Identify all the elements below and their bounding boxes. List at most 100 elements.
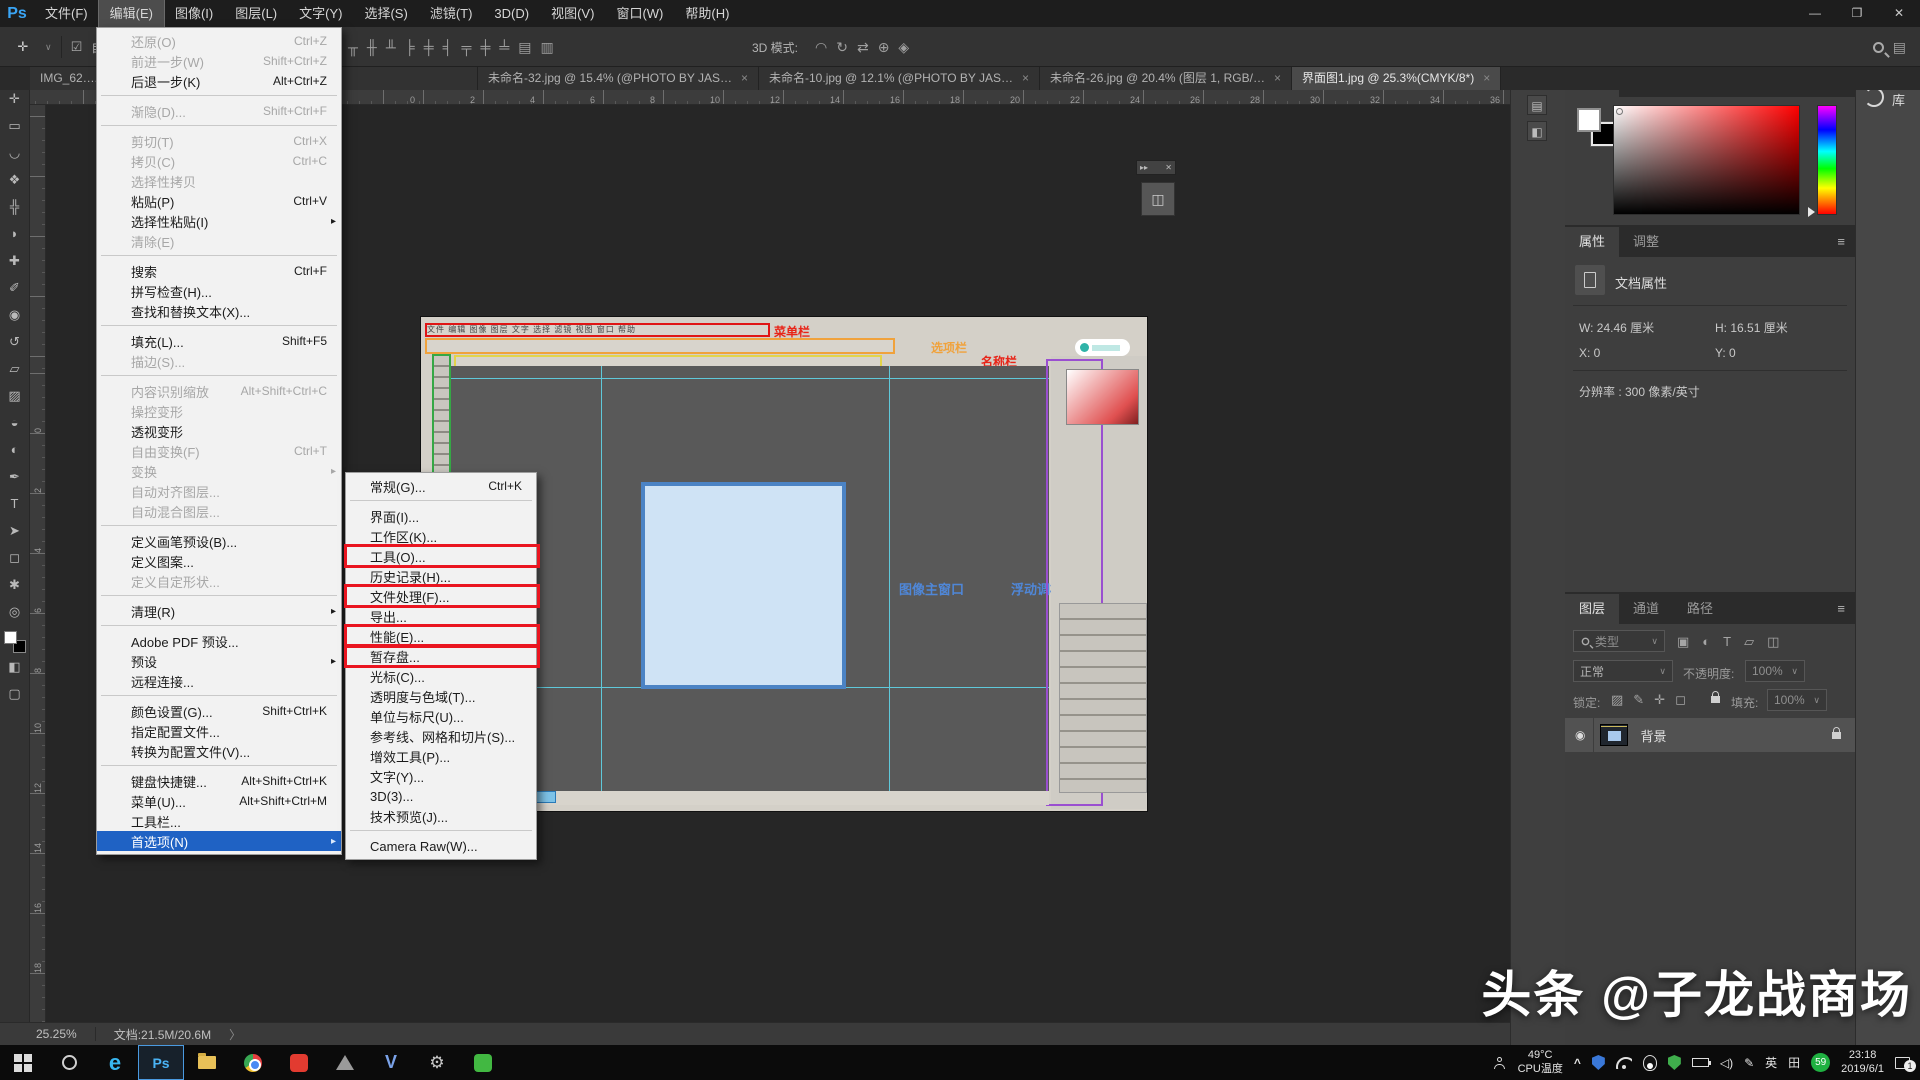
edge-icon[interactable]: e xyxy=(92,1045,138,1080)
notification-center-icon[interactable]: 1 xyxy=(1895,1057,1910,1069)
align-top-icon[interactable]: ╥ xyxy=(348,39,358,55)
close-panel-icon[interactable]: ✕ xyxy=(1165,163,1172,172)
menu-item[interactable]: 拼写检查(H)... xyxy=(97,281,341,301)
menubar-item[interactable]: 滤镜(T) xyxy=(419,0,484,27)
menubar-item[interactable]: 窗口(W) xyxy=(605,0,674,27)
menu-item[interactable]: 菜单(U)... Alt+Shift+Ctrl+M xyxy=(97,791,341,811)
tab-close-icon[interactable]: × xyxy=(1022,67,1029,90)
tab-channels[interactable]: 通道 xyxy=(1619,594,1673,624)
lock-artboard-icon[interactable]: ◻ xyxy=(1675,692,1686,708)
menu-item[interactable]: 内容识别缩放 Alt+Shift+Ctrl+C xyxy=(97,381,341,401)
maximize-button[interactable]: ❐ xyxy=(1836,0,1878,27)
filter-smart-objects-icon[interactable]: ◫ xyxy=(1767,634,1779,650)
security-shield-icon[interactable] xyxy=(1592,1055,1605,1070)
menu-item[interactable]: 预设 ▸ xyxy=(97,651,341,671)
hue-slider-marker[interactable] xyxy=(1808,207,1815,217)
menu-item[interactable]: Adobe PDF 预设... xyxy=(97,631,341,651)
menu-item[interactable]: 搜索 Ctrl+F xyxy=(97,261,341,281)
hue-slider[interactable] xyxy=(1817,105,1837,215)
brush-tool-icon[interactable]: ✐ xyxy=(2,274,28,301)
submenu-item[interactable]: 单位与标尺(U)... xyxy=(346,706,536,726)
pen-input-icon[interactable]: ✎ xyxy=(1744,1056,1754,1070)
menubar-item[interactable]: 图像(I) xyxy=(164,0,224,27)
eyedropper-tool-icon[interactable]: ◗ xyxy=(2,220,28,247)
pen-tool-icon[interactable]: ✒ xyxy=(2,463,28,490)
collapsed-panel-icon[interactable]: ▤ xyxy=(1527,95,1547,115)
cortana-button[interactable] xyxy=(46,1045,92,1080)
eraser-tool-icon[interactable]: ▱ xyxy=(2,355,28,382)
triangle-app-icon[interactable] xyxy=(322,1045,368,1080)
menu-item[interactable]: 透视变形 xyxy=(97,421,341,441)
submenu-item[interactable]: 文字(Y)... xyxy=(346,766,536,786)
submenu-item[interactable]: 性能(E)... xyxy=(346,626,536,646)
volume-icon[interactable]: ◁) xyxy=(1720,1056,1733,1070)
submenu-item[interactable]: 增效工具(P)... xyxy=(346,746,536,766)
menu-item[interactable]: 选择性拷贝 xyxy=(97,171,341,191)
antivirus-shield-icon[interactable] xyxy=(1668,1055,1681,1070)
menu-item[interactable]: 定义画笔预设(B)... xyxy=(97,531,341,551)
status-badge[interactable]: 59 xyxy=(1811,1053,1830,1072)
menubar-item[interactable]: 3D(D) xyxy=(483,0,540,27)
submenu-item[interactable]: 常规(G)... Ctrl+K xyxy=(346,476,536,496)
submenu-item[interactable]: 暂存盘... xyxy=(346,646,536,666)
menu-item[interactable]: 远程连接... xyxy=(97,671,341,691)
people-icon[interactable] xyxy=(1493,1057,1507,1069)
marquee-tool-icon[interactable]: ▭ xyxy=(2,112,28,139)
lock-all-icon[interactable] xyxy=(1711,692,1720,706)
menu-item[interactable]: 操控变形 xyxy=(97,401,341,421)
menu-item[interactable]: 定义图案... xyxy=(97,551,341,571)
minimize-button[interactable]: — xyxy=(1794,0,1836,27)
quick-select-tool-icon[interactable]: ❖ xyxy=(2,166,28,193)
menu-item[interactable]: 自动混合图层... xyxy=(97,501,341,521)
status-chevron-icon[interactable]: 〉 xyxy=(229,1026,241,1043)
document-tab[interactable]: 未命名-32.jpg @ 15.4% (@PHOTO BY JAS… × xyxy=(478,67,759,90)
tab-libraries[interactable]: 库 xyxy=(1892,90,1905,109)
menu-item[interactable]: 定义自定形状... xyxy=(97,571,341,591)
battery-icon[interactable] xyxy=(1692,1058,1709,1067)
align-middle-icon[interactable]: ╫ xyxy=(367,39,377,55)
menubar-item[interactable]: 选择(S) xyxy=(353,0,418,27)
menu-item[interactable]: 粘贴(P) Ctrl+V xyxy=(97,191,341,211)
submenu-item[interactable]: 工具(O)... xyxy=(346,546,536,566)
tab-close-icon[interactable]: × xyxy=(741,67,748,90)
menubar-item[interactable]: 视图(V) xyxy=(540,0,605,27)
filter-shape-layers-icon[interactable]: ▱ xyxy=(1744,634,1754,650)
filter-type-layers-icon[interactable]: T xyxy=(1723,634,1731,650)
floating-panel-header[interactable]: ▸▸ ✕ xyxy=(1136,160,1176,175)
panel-menu-icon[interactable]: ≡ xyxy=(1827,227,1855,257)
fill-input[interactable]: 100% ∨ xyxy=(1767,689,1827,711)
tray-expand-icon[interactable]: ^ xyxy=(1574,1056,1581,1070)
3d-pan-icon[interactable]: ⇄ xyxy=(857,39,869,56)
ime-icon[interactable]: 田 xyxy=(1788,1054,1800,1071)
menu-item[interactable]: 键盘快捷键... Alt+Shift+Ctrl+K xyxy=(97,771,341,791)
workspace-switcher-icon[interactable]: ▤ xyxy=(1893,39,1906,56)
align-center-icon[interactable]: ╪ xyxy=(424,39,434,55)
menu-item[interactable]: 查找和替换文本(X)... xyxy=(97,301,341,321)
language-indicator[interactable]: 英 xyxy=(1765,1054,1777,1071)
submenu-item[interactable]: 透明度与色域(T)... xyxy=(346,686,536,706)
screen-mode-icon[interactable]: ▢ xyxy=(2,680,28,707)
history-brush-tool-icon[interactable]: ↺ xyxy=(2,328,28,355)
menubar-item[interactable]: 帮助(H) xyxy=(674,0,740,27)
tab-layers[interactable]: 图层 xyxy=(1565,594,1619,624)
menu-item[interactable]: 清理(R) ▸ xyxy=(97,601,341,621)
align-right-icon[interactable]: ╡ xyxy=(443,39,453,55)
clone-stamp-tool-icon[interactable]: ◉ xyxy=(2,301,28,328)
lasso-tool-icon[interactable]: ◡ xyxy=(2,139,28,166)
distribute-v-icon[interactable]: ▥ xyxy=(541,39,554,56)
search-icon[interactable] xyxy=(1873,42,1884,53)
menu-item[interactable]: 指定配置文件... xyxy=(97,721,341,741)
menu-item[interactable]: 转换为配置文件(V)... xyxy=(97,741,341,761)
3d-orbit-icon[interactable]: ◠ xyxy=(815,39,827,56)
menu-item[interactable]: 填充(L)... Shift+F5 xyxy=(97,331,341,351)
distribute-h-icon[interactable]: ▤ xyxy=(518,39,531,56)
red-app-icon[interactable] xyxy=(276,1045,322,1080)
auto-select-checkbox[interactable]: ☑ xyxy=(71,39,83,55)
wifi-icon[interactable] xyxy=(1616,1057,1632,1069)
photoshop-taskbar-icon[interactable]: Ps xyxy=(138,1045,184,1080)
menu-item[interactable]: 还原(O) Ctrl+Z xyxy=(97,31,341,51)
menu-item[interactable]: 清除(E) xyxy=(97,231,341,251)
hand-tool-icon[interactable]: ✱ xyxy=(2,571,28,598)
layer-visibility-eye-icon[interactable]: ◉ xyxy=(1565,718,1594,752)
vertical-ruler[interactable]: 02468101214161820 xyxy=(30,105,46,1022)
